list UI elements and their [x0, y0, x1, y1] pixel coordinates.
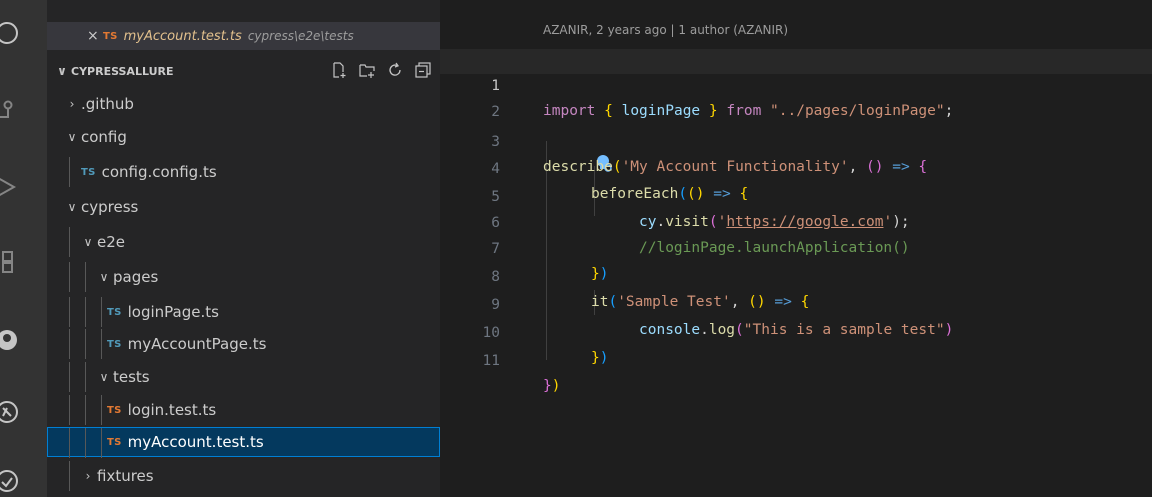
chevron-right-icon: › [69, 97, 75, 111]
tree-label: tests [113, 368, 150, 386]
tree-file-login-test[interactable]: TS login.test.ts [47, 395, 440, 425]
typescript-icon: TS [107, 436, 122, 448]
tree-label: login.test.ts [127, 401, 217, 419]
tree-label: config [81, 128, 127, 146]
github-icon[interactable] [0, 325, 22, 355]
explorer-project-header[interactable]: ∨ CYPRESSALLURE [47, 58, 440, 84]
tree-label: fixtures [97, 467, 154, 485]
tree-folder-github[interactable]: › .github [47, 89, 440, 119]
tree-file-config-config[interactable]: TS config.config.ts [47, 157, 440, 187]
activity-bar [0, 0, 47, 497]
code-line[interactable]: 9 console.log("This is a sample test") [440, 268, 1152, 338]
tree-file-loginpage[interactable]: TS loginPage.ts [47, 297, 440, 327]
tree-folder-config[interactable]: ∨ config [47, 122, 440, 152]
refresh-icon[interactable] [386, 61, 404, 79]
chevron-down-icon: ∨ [67, 200, 77, 214]
chevron-down-icon: ∨ [57, 64, 67, 78]
tree-folder-e2e[interactable]: ∨ e2e [47, 227, 440, 257]
code-line[interactable]: 2 [440, 75, 1152, 172]
tree-folder-fixtures[interactable]: › fixtures [47, 461, 440, 491]
new-file-icon[interactable] [330, 61, 348, 79]
extensions-icon[interactable] [0, 247, 22, 277]
remote-icon[interactable] [0, 466, 22, 496]
chevron-down-icon: ∨ [99, 370, 109, 384]
chevron-down-icon: ∨ [67, 130, 77, 144]
open-editor-filename: myAccount.test.ts [123, 28, 242, 44]
code-line[interactable]: 5 cy.visit('https://google.com'); [440, 160, 1152, 230]
tree-label: .github [81, 95, 134, 113]
open-editor-item[interactable]: × TS myAccount.test.ts cypress\e2e\tests [47, 22, 440, 50]
code-line[interactable]: 6 //loginPage.launchApplication() [440, 186, 1152, 256]
code-line[interactable]: 11 }) [440, 324, 1152, 394]
code-line[interactable]: 4 beforeEach(() => { [440, 132, 1152, 202]
typescript-icon: TS [107, 338, 122, 350]
tree-label: e2e [97, 233, 126, 251]
typescript-icon: TS [107, 404, 122, 416]
tree-file-myaccountpage[interactable]: TS myAccountPage.ts [47, 329, 440, 359]
explorer-sidebar: × TS myAccount.test.ts cypress\e2e\tests… [47, 0, 440, 497]
tree-label: myAccount.test.ts [127, 433, 264, 451]
line-number: 11 [482, 353, 500, 369]
chevron-right-icon: › [85, 469, 91, 483]
tree-label: cypress [81, 198, 139, 216]
chevron-down-icon: ∨ [99, 270, 109, 284]
code-line[interactable]: 8 it('Sample Test', () => { [440, 240, 1152, 310]
chevron-down-icon: ∨ [83, 235, 93, 249]
tree-folder-cypress[interactable]: ∨ cypress [47, 192, 440, 222]
tree-label: config.config.ts [101, 163, 217, 181]
open-editor-path: cypress\e2e\tests [247, 29, 354, 43]
collapse-all-icon[interactable] [414, 61, 432, 79]
tree-label: myAccountPage.ts [127, 335, 267, 353]
tree-folder-tests[interactable]: ∨ tests [47, 362, 440, 392]
source-control-icon[interactable] [0, 95, 22, 125]
typescript-icon: TS [107, 306, 122, 318]
typescript-icon: TS [103, 30, 118, 42]
code-line[interactable]: 7 }) [440, 212, 1152, 282]
code-line[interactable]: 10 }) [440, 296, 1152, 366]
timeline-icon[interactable] [0, 397, 22, 427]
close-icon[interactable]: × [87, 28, 103, 44]
git-blame-codelens[interactable]: AZANIR, 2 years ago | 1 author (AZANIR) [543, 23, 788, 37]
tree-file-myaccount-test[interactable]: TS myAccount.test.ts [47, 427, 440, 458]
tree-folder-pages[interactable]: ∨ pages [47, 262, 440, 292]
code-line[interactable]: 3 describe('My Account Functionality', (… [440, 105, 1152, 175]
tree-label: loginPage.ts [127, 303, 219, 321]
code-line[interactable]: 1 import { loginPage } from "../pages/lo… [440, 49, 1152, 119]
typescript-icon: TS [81, 166, 96, 178]
tree-label: pages [113, 268, 159, 286]
code-editor[interactable]: AZANIR, 2 years ago | 1 author (AZANIR) … [440, 0, 1152, 497]
new-folder-icon[interactable] [358, 61, 376, 79]
circle-icon[interactable] [0, 18, 22, 48]
run-debug-icon[interactable] [0, 172, 22, 202]
project-title: CYPRESSALLURE [71, 64, 174, 78]
